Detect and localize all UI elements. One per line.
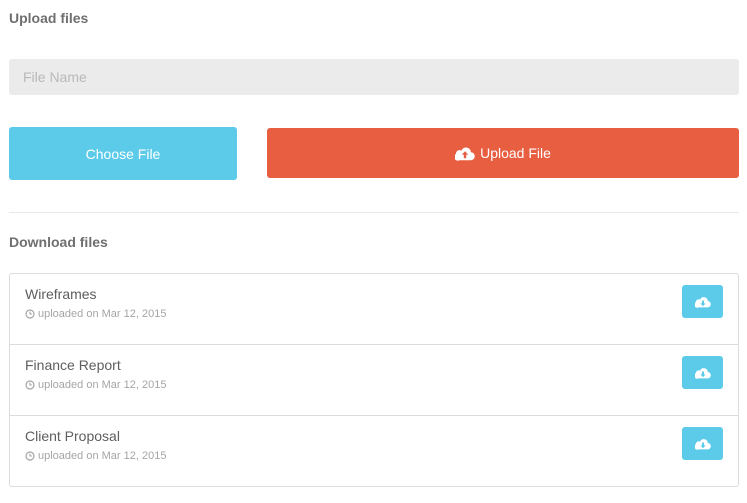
clock-icon [25,451,35,461]
file-item-name: Client Proposal [25,428,120,444]
download-section-title: Download files [9,234,108,250]
file-item-finance-report: Finance Report uploaded on Mar 12, 2015 [10,345,738,416]
file-item-wireframes: Wireframes uploaded on Mar 12, 2015 [10,274,738,345]
cloud-upload-icon [455,147,475,161]
cloud-download-icon [694,367,711,379]
clock-icon [25,380,35,390]
section-divider [9,212,739,213]
upload-section-title: Upload files [9,10,89,26]
file-list: Wireframes uploaded on Mar 12, 2015 Fina… [9,273,739,487]
clock-icon [25,309,35,319]
file-item-client-proposal: Client Proposal uploaded on Mar 12, 2015 [10,416,738,487]
download-button[interactable] [682,285,723,318]
file-item-meta: uploaded on Mar 12, 2015 [25,308,166,320]
file-item-meta: uploaded on Mar 12, 2015 [25,379,166,391]
file-item-date: uploaded on Mar 12, 2015 [38,308,167,320]
file-item-date: uploaded on Mar 12, 2015 [38,379,167,391]
download-button[interactable] [682,427,723,460]
cloud-download-icon [694,296,711,308]
upload-file-label: Upload File [480,145,551,161]
download-button[interactable] [682,356,723,389]
file-item-name: Finance Report [25,357,121,373]
file-item-date: uploaded on Mar 12, 2015 [38,450,167,462]
file-item-meta: uploaded on Mar 12, 2015 [25,450,166,462]
file-item-name: Wireframes [25,286,97,302]
choose-file-button[interactable]: Choose File [9,127,237,180]
upload-file-button[interactable]: Upload File [267,128,739,178]
cloud-download-icon [694,438,711,450]
file-name-input[interactable] [9,59,739,95]
choose-file-label: Choose File [85,145,161,162]
